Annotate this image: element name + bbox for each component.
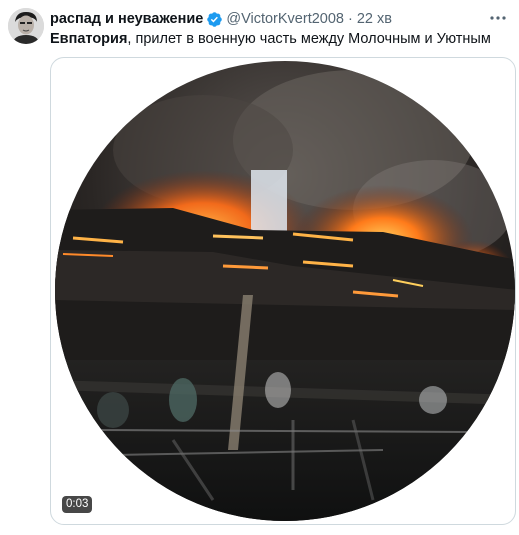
avatar[interactable] [8,8,44,44]
video-duration: 0:03 [62,496,93,513]
video-player[interactable]: 0:03 [50,57,516,525]
video-thumbnail [55,61,515,521]
tweet: распад и неуважение @VictorKvert2008 · 2… [0,0,519,535]
tweet-text-body: , прилет в военную часть между Молочным … [127,31,491,47]
tweet-text-bold: Евпатория [50,31,128,47]
tweet-header: распад и неуважение @VictorKvert2008 · 2… [50,9,392,29]
verified-badge-icon [206,11,223,28]
timestamp[interactable]: 22 хв [357,9,392,29]
avatar-portrait-icon [8,8,44,44]
user-handle[interactable]: @VictorKvert2008 [226,9,344,29]
display-name[interactable]: распад и неуважение [50,9,203,29]
tweet-text: Евпатория, прилет в военную часть между … [50,30,510,49]
separator-dot: · [347,11,353,27]
more-options-icon[interactable] [487,9,509,27]
